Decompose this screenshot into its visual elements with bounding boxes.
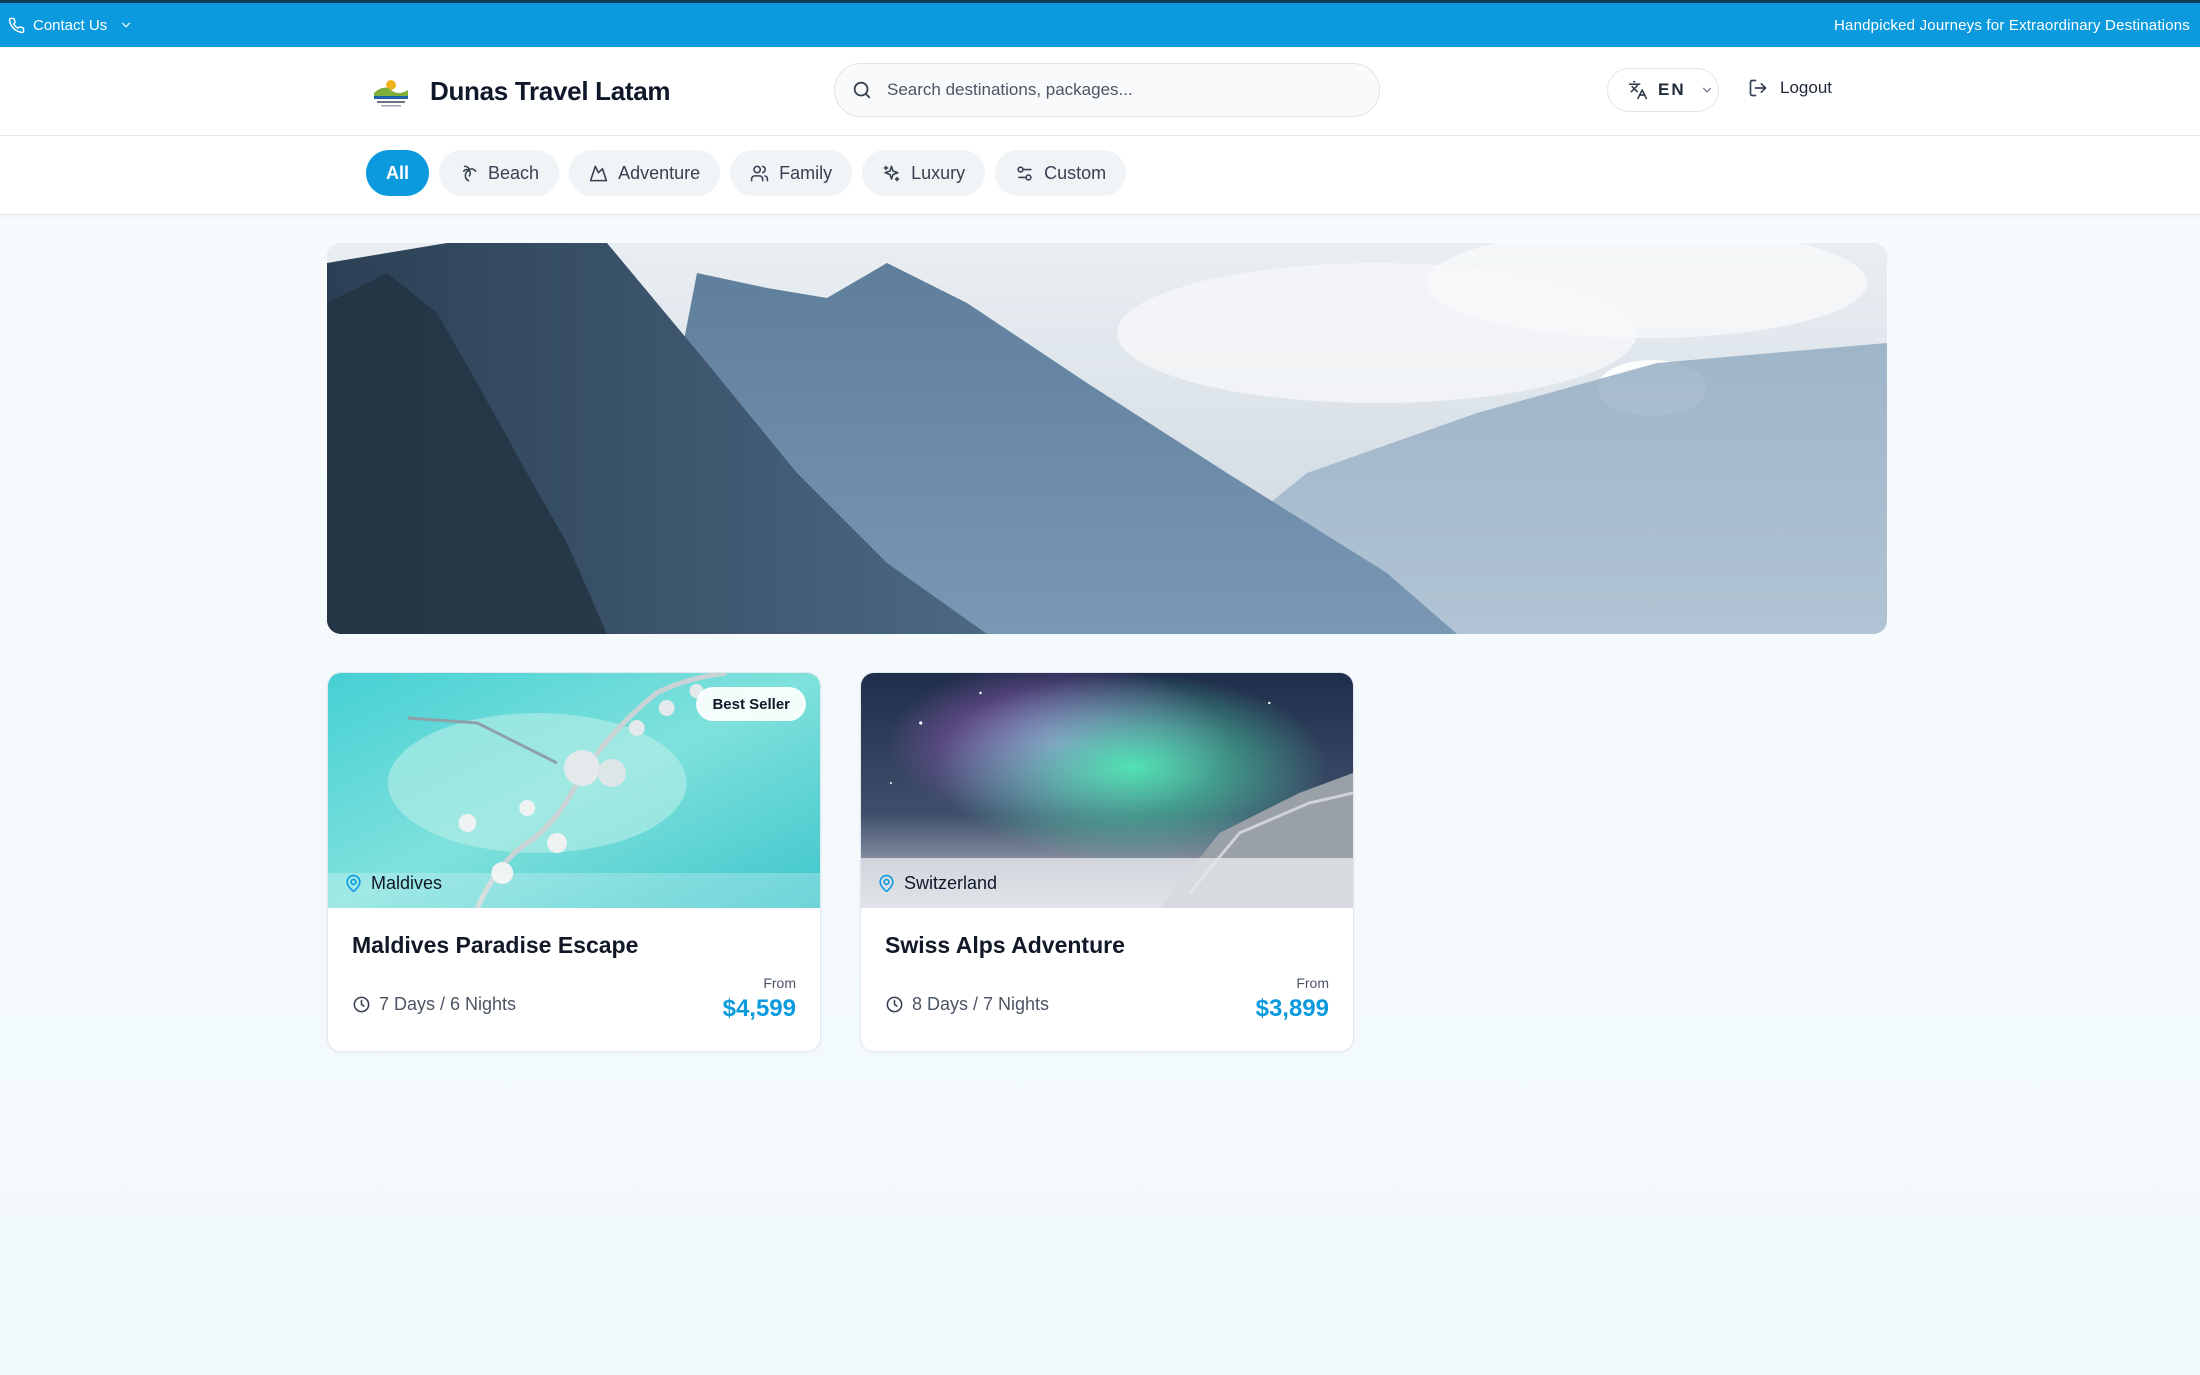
hero-banner (327, 243, 1887, 634)
best-seller-badge: Best Seller (696, 687, 806, 721)
duration-label: 8 Days / 7 Nights (912, 994, 1050, 1014)
package-title: Maldives Paradise Escape (352, 932, 639, 958)
mountain-landscape-image (327, 243, 1887, 634)
map-pin-icon (879, 874, 894, 893)
sliders-icon (1017, 165, 1032, 181)
category-label: Custom (1044, 162, 1107, 183)
package-price: $3,899 (1255, 995, 1329, 1022)
brand-name: Dunas Travel Latam (430, 75, 671, 106)
search-icon (853, 81, 871, 99)
language-code: EN (1658, 80, 1686, 99)
category-bar: All Beach Adventure Family Luxury Custom (0, 136, 2200, 215)
category-chip-custom[interactable]: Custom (995, 150, 1127, 196)
brand-logo-icon (374, 80, 408, 107)
chevron-down-icon (122, 22, 131, 28)
search-bar[interactable] (834, 63, 1380, 117)
contact-us-dropdown[interactable]: Contact Us (8, 17, 133, 34)
duration-label: 7 Days / 6 Nights (379, 994, 517, 1014)
sparkles-icon (883, 165, 900, 181)
category-chips: All Beach Adventure Family Luxury Custom (366, 150, 1127, 196)
category-label: Beach (488, 162, 540, 183)
package-duration: 8 Days / 7 Nights (885, 994, 1049, 1015)
package-details: Maldives Paradise Escape 7 Days / 6 Nigh… (328, 908, 820, 1022)
package-image: Switzerland (861, 673, 1353, 908)
category-label: Luxury (911, 162, 966, 183)
category-label: Family (779, 162, 833, 183)
chevron-down-icon (1702, 87, 1711, 93)
category-label: Adventure (618, 162, 701, 183)
category-label: All (386, 162, 410, 183)
top-bar: Contact Us Handpicked Journeys for Extra… (0, 0, 2200, 47)
map-pin-icon (346, 874, 361, 893)
category-chip-adventure[interactable]: Adventure (569, 150, 721, 196)
package-location: Switzerland (877, 873, 997, 894)
package-price: $4,599 (722, 995, 796, 1022)
location-label: Switzerland (904, 873, 998, 893)
tagline: Handpicked Journeys for Extraordinary De… (1834, 16, 2191, 34)
clock-icon (886, 996, 903, 1013)
search-input[interactable] (887, 80, 1357, 100)
package-title: Swiss Alps Adventure (885, 932, 1125, 958)
translate-icon (1628, 80, 1648, 100)
from-label: From (763, 975, 796, 991)
brand[interactable]: Dunas Travel Latam (370, 71, 671, 111)
from-label: From (1296, 975, 1329, 991)
category-chip-family[interactable]: Family (730, 150, 853, 196)
package-image: Best Seller Maldives (328, 673, 820, 908)
phone-icon (8, 17, 25, 33)
price-block: From $3,899 (1256, 975, 1329, 1023)
clock-icon (353, 996, 370, 1013)
logout-icon (1749, 79, 1767, 97)
language-selector[interactable]: EN (1607, 68, 1719, 112)
location-label: Maldives (371, 873, 443, 893)
site-header: Dunas Travel Latam EN Logout (0, 47, 2200, 136)
price-block: From $4,599 (723, 975, 796, 1023)
logout-label: Logout (1780, 78, 1832, 97)
package-card[interactable]: Switzerland Swiss Alps Adventure 8 Days … (860, 672, 1354, 1052)
package-card[interactable]: Best Seller Maldives Maldives Paradise E… (327, 672, 821, 1052)
contact-us-label: Contact Us (33, 16, 108, 34)
package-details: Swiss Alps Adventure 8 Days / 7 Nights F… (861, 908, 1353, 1022)
category-chip-all[interactable]: All (366, 150, 430, 196)
palm-tree-icon (462, 165, 477, 181)
mountain-icon (589, 165, 608, 181)
category-chip-luxury[interactable]: Luxury (862, 150, 986, 196)
logout-button[interactable]: Logout (1748, 78, 1832, 98)
users-icon (750, 165, 769, 181)
category-chip-beach[interactable]: Beach (439, 150, 560, 196)
package-duration: 7 Days / 6 Nights (352, 994, 516, 1015)
package-location: Maldives (344, 873, 442, 894)
